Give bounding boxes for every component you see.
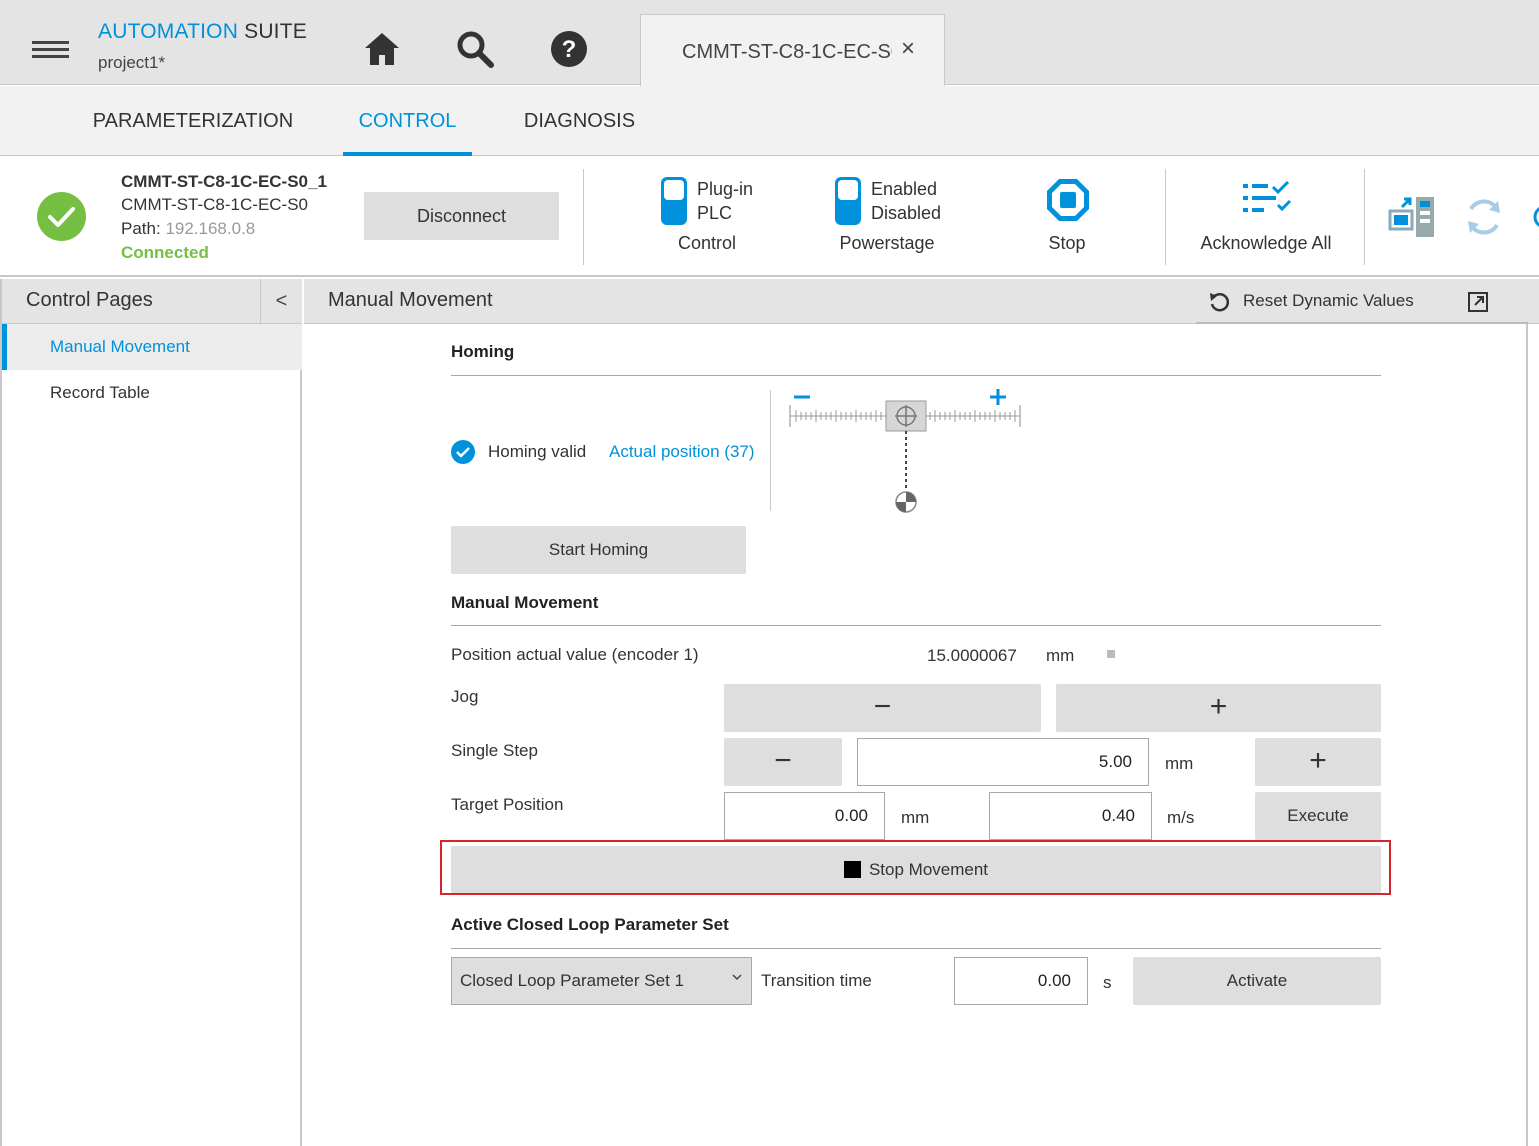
target-position-input[interactable]: 0.00 (724, 792, 885, 840)
page-title: Manual Movement (328, 289, 493, 311)
tab-device[interactable]: CMMT-ST-C8-1C-EC-S0_1 × (640, 14, 945, 86)
transition-time-input[interactable]: 0.00 (954, 957, 1088, 1005)
divider (583, 169, 584, 265)
device-transfer-icon[interactable] (1386, 195, 1436, 239)
target-position-label: Target Position (451, 795, 564, 814)
reset-dynamic-values-label: Reset Dynamic Values (1243, 291, 1414, 310)
single-step-plus-button[interactable]: + (1255, 738, 1381, 786)
position-actual-label: Position actual value (encoder 1) (451, 645, 699, 664)
transition-time-unit: s (1103, 973, 1112, 992)
homing-section-title: Homing (451, 342, 515, 361)
stop-movement-button[interactable]: Stop Movement (451, 846, 1381, 894)
velocity-input[interactable]: 0.40 (989, 792, 1152, 840)
more-icon[interactable] (1533, 205, 1539, 229)
status-indicator (1107, 650, 1115, 658)
app-title-brand: AUTOMATION (98, 20, 239, 43)
search-icon[interactable] (455, 29, 495, 69)
home-icon[interactable] (362, 29, 402, 69)
tab-diagnosis[interactable]: DIAGNOSIS (508, 86, 651, 156)
jog-minus-button[interactable]: − (724, 684, 1041, 732)
popout-icon[interactable] (1454, 279, 1528, 324)
scrollbar[interactable] (1526, 324, 1528, 1146)
menu-icon[interactable] (32, 41, 69, 59)
closed-loop-parameter-set-select[interactable]: Closed Loop Parameter Set 1 (451, 957, 752, 1005)
nav-bar: PARAMETERIZATION CONTROL DIAGNOSIS (0, 86, 1539, 156)
tab-control[interactable]: CONTROL (343, 86, 472, 156)
acknowledge-all-caption[interactable]: Acknowledge All (1186, 233, 1346, 254)
app-title: AUTOMATION SUITE (98, 20, 307, 44)
divider (770, 390, 771, 511)
path-label: Path: (121, 219, 161, 238)
device-type: CMMT-ST-C8-1C-EC-S0 (121, 195, 309, 214)
execute-button[interactable]: Execute (1255, 792, 1381, 840)
actual-position-link[interactable]: Actual position (37) (609, 442, 755, 462)
sidebar-item-record-table[interactable]: Record Table (2, 370, 302, 416)
main-header: Manual Movement Reset Dynamic Values (304, 279, 1539, 324)
refresh-icon[interactable] (1462, 195, 1506, 239)
divider (1165, 169, 1166, 265)
tab-device-label: CMMT-ST-C8-1C-EC-S0_1 (682, 41, 892, 63)
start-homing-button[interactable]: Start Homing (451, 526, 746, 574)
stop-caption: Stop (1048, 233, 1086, 253)
homing-valid-check-icon[interactable] (451, 440, 475, 464)
target-position-unit: mm (901, 808, 930, 827)
transition-time-label: Transition time (761, 971, 872, 990)
stop-icon[interactable] (1045, 177, 1091, 223)
disconnect-button[interactable]: Disconnect (364, 192, 559, 240)
device-name: CMMT-ST-C8-1C-EC-S0_1 (121, 172, 327, 191)
reset-dynamic-values-button[interactable]: Reset Dynamic Values (1196, 279, 1456, 324)
closed-loop-section-title: Active Closed Loop Parameter Set (451, 915, 729, 934)
device-path: Path: 192.168.0.8 (121, 219, 255, 239)
connection-status: Connected (121, 243, 209, 262)
jog-plus-button[interactable]: + (1056, 684, 1381, 732)
divider (451, 375, 1381, 376)
control-caption: Control (677, 233, 737, 253)
control-toggle[interactable] (661, 177, 687, 225)
title-bar: AUTOMATION SUITE project1* ? CMMT-ST-C8-… (0, 0, 1539, 86)
closed-loop-selected-value: Closed Loop Parameter Set 1 (460, 971, 684, 990)
reset-icon (1208, 290, 1230, 312)
control-option-plc: PLC (697, 203, 733, 223)
jog-label: Jog (451, 687, 479, 706)
control-pages-header: Control Pages < (2, 279, 302, 324)
path-value: 192.168.0.8 (165, 219, 256, 238)
stop-square-icon (843, 860, 861, 878)
divider (1364, 169, 1365, 265)
single-step-label: Single Step (451, 741, 538, 760)
position-actual-unit: mm (1046, 646, 1075, 665)
position-actual-value: 15.0000067 (927, 646, 1017, 665)
powerstage-toggle[interactable] (835, 177, 861, 225)
activate-button[interactable]: Activate (1133, 957, 1381, 1005)
divider (451, 948, 1381, 949)
help-icon[interactable]: ? (549, 29, 589, 69)
sidebar-item-manual-movement[interactable]: Manual Movement (2, 324, 302, 370)
control-pages-title: Control Pages (26, 289, 153, 311)
divider (451, 625, 1381, 626)
connected-check-icon (37, 192, 86, 241)
homing-scale-diagram (788, 385, 1024, 517)
project-name: project1* (98, 53, 166, 72)
homing-valid-label: Homing valid (488, 442, 587, 461)
control-pages-panel: Control Pages < Manual Movement Record T… (0, 279, 302, 1146)
single-step-input[interactable]: 5.00 (857, 738, 1149, 786)
control-option-plugin: Plug-in (697, 179, 754, 199)
single-step-unit: mm (1165, 754, 1194, 773)
svg-text:?: ? (562, 36, 577, 63)
close-icon[interactable]: × (901, 35, 915, 63)
collapse-panel-icon[interactable]: < (260, 279, 302, 324)
tab-parameterization[interactable]: PARAMETERIZATION (80, 86, 306, 156)
manual-movement-section-title: Manual Movement (451, 593, 599, 612)
acknowledge-all-icon[interactable] (1240, 180, 1292, 219)
velocity-unit: m/s (1167, 808, 1195, 827)
stop-movement-label: Stop Movement (868, 860, 989, 879)
powerstage-option-disabled: Disabled (871, 203, 942, 223)
single-step-minus-button[interactable]: − (724, 738, 842, 786)
device-toolbar: CMMT-ST-C8-1C-EC-S0_1 CMMT-ST-C8-1C-EC-S… (0, 157, 1539, 277)
powerstage-caption: Powerstage (839, 233, 935, 253)
app-title-suffix: SUITE (244, 20, 307, 43)
main-content: Manual Movement Reset Dynamic Values Hom… (304, 279, 1539, 1146)
chevron-down-icon (731, 970, 743, 986)
powerstage-option-enabled: Enabled (871, 179, 938, 199)
